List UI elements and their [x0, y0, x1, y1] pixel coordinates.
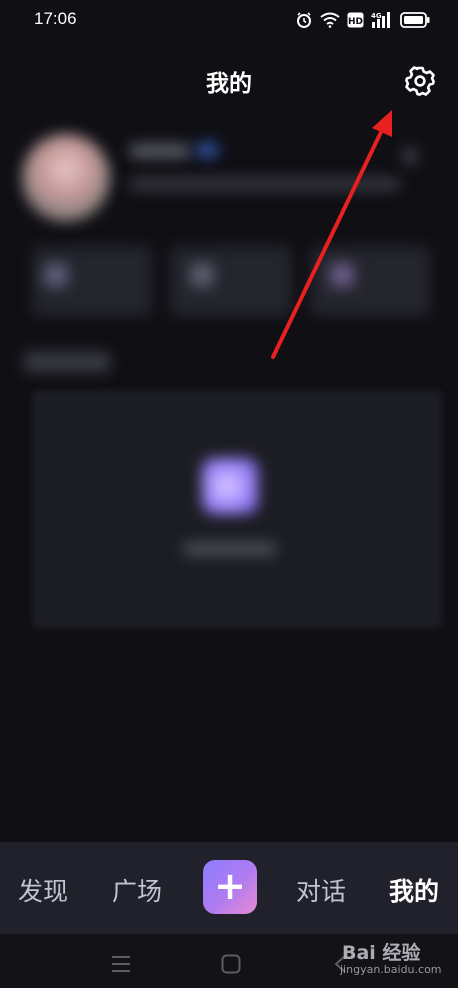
baidu-watermark: Bai 经验 jingyan.baidu.com — [330, 934, 458, 988]
chevron-right-icon[interactable] — [402, 148, 418, 164]
battery-icon — [400, 12, 430, 28]
stat-icon-1 — [44, 263, 68, 287]
tab-chat[interactable]: 对话 — [296, 872, 346, 908]
stat-icon-3 — [330, 263, 354, 287]
app-logo-icon — [202, 458, 258, 514]
create-button[interactable]: + — [203, 860, 257, 914]
avatar[interactable] — [22, 134, 110, 222]
status-time: 17:06 — [34, 9, 77, 28]
tab-discover[interactable]: 发现 — [18, 872, 68, 908]
badge-placeholder — [196, 142, 218, 158]
wifi-icon — [320, 12, 340, 28]
username-placeholder — [130, 144, 190, 158]
svg-text:4G: 4G — [371, 12, 382, 20]
plus-icon: + — [214, 864, 246, 908]
gear-icon — [405, 66, 435, 96]
content-caption-placeholder — [184, 542, 276, 556]
header: 我的 — [0, 50, 458, 110]
watermark-brand: Bai 经验 — [342, 942, 421, 964]
menu-icon[interactable] — [109, 952, 133, 976]
section-heading-placeholder — [24, 352, 110, 372]
page-title: 我的 — [206, 71, 252, 97]
bio-placeholder — [130, 178, 400, 190]
status-icons: HD 4G — [295, 9, 430, 31]
profile-card-blurred — [18, 128, 444, 630]
stat-tile-3[interactable] — [310, 246, 430, 316]
signal-4g-icon: 4G — [371, 12, 390, 28]
alarm-icon — [297, 12, 311, 28]
tab-square[interactable]: 广场 — [112, 872, 162, 908]
watermark-url: jingyan.baidu.com — [340, 963, 442, 976]
tab-me[interactable]: 我的 — [389, 872, 439, 908]
stat-icon-2 — [190, 263, 214, 287]
hd-icon: HD — [347, 12, 364, 28]
settings-button[interactable] — [400, 61, 440, 101]
status-bar: 17:06 HD 4G — [0, 0, 458, 40]
bottom-navigation: 发现 广场 + 对话 我的 — [0, 842, 458, 934]
home-icon[interactable] — [220, 953, 242, 975]
stat-tile-2[interactable] — [170, 246, 292, 316]
svg-text:HD: HD — [348, 17, 363, 27]
